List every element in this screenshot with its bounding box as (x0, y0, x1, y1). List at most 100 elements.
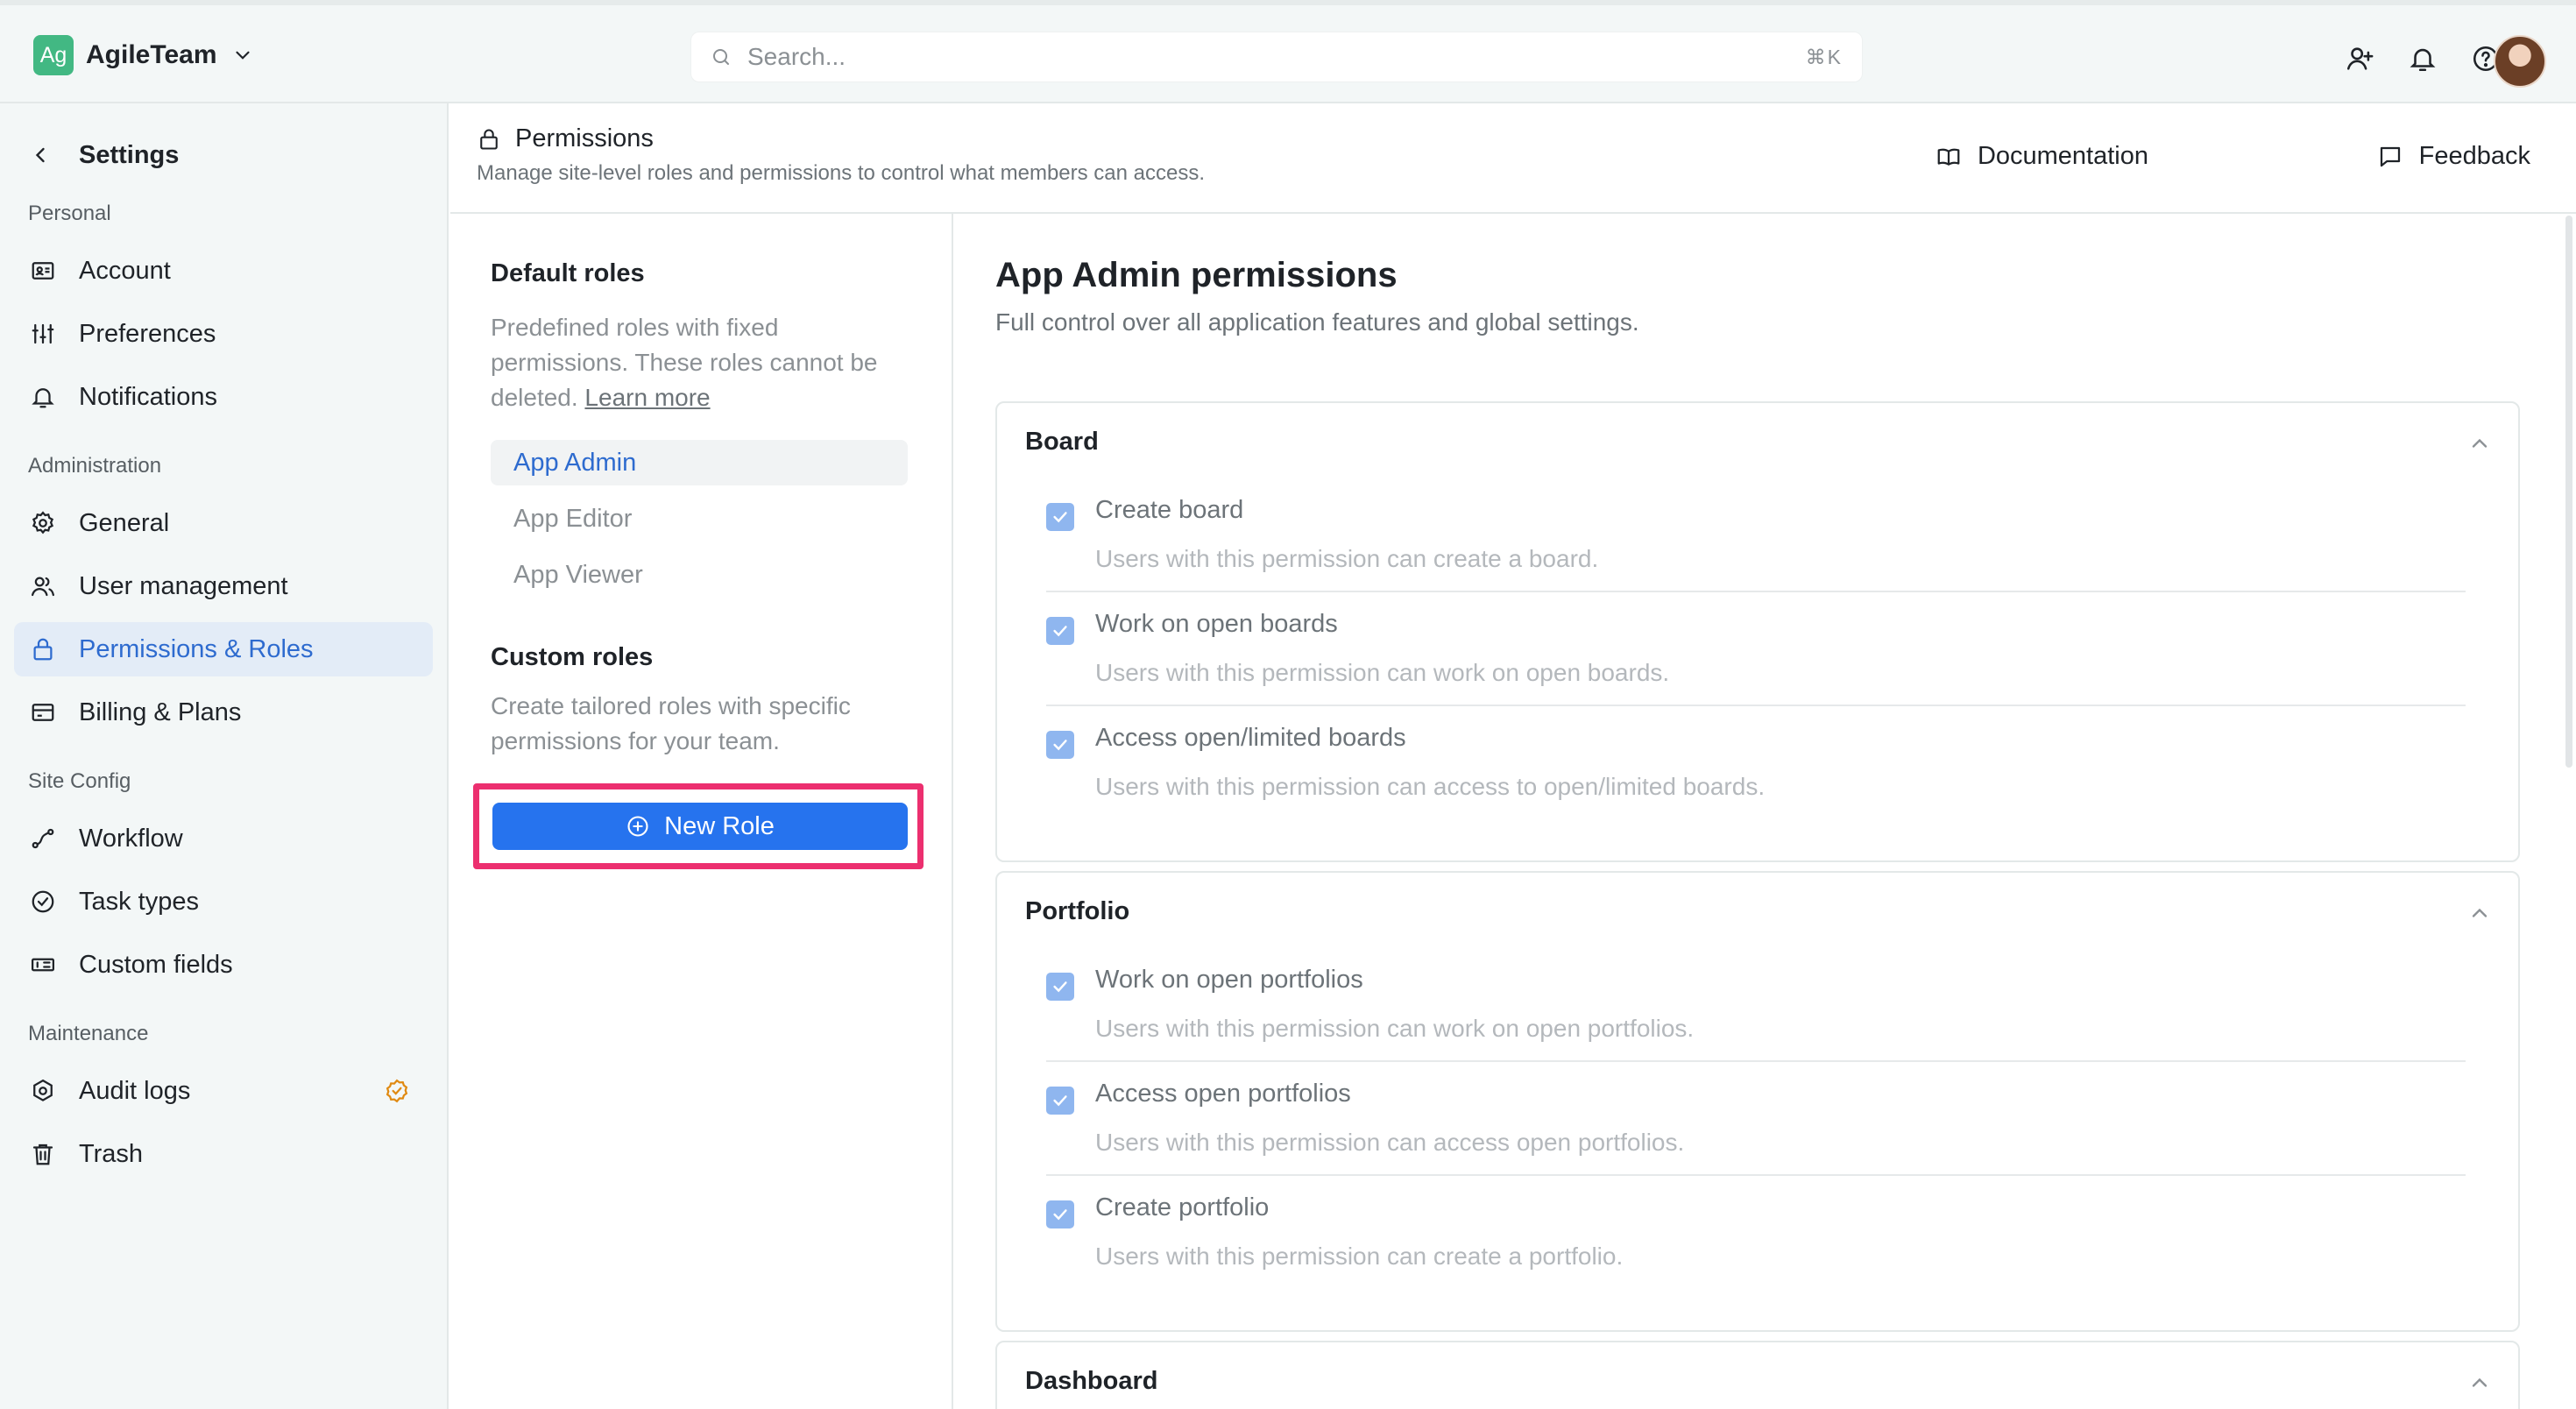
chevron-up-icon[interactable] (2467, 431, 2492, 456)
permission-label: Access open/limited boards (1095, 724, 1406, 752)
permission-checkbox[interactable] (1046, 1087, 1074, 1115)
page-header: Permissions Manage site-level roles and … (450, 103, 2576, 214)
user-avatar[interactable] (2494, 35, 2546, 88)
role-item-app-viewer[interactable]: App Viewer (491, 552, 908, 598)
sidebar-item-label: Notifications (79, 382, 217, 411)
sidebar-item-label: Task types (79, 887, 199, 916)
card-icon (30, 699, 56, 726)
permission-description: Users with this permission can create a … (1095, 1243, 1624, 1270)
sidebar-item-label: Workflow (79, 824, 183, 853)
workflow-icon (30, 825, 56, 852)
search-placeholder: Search... (747, 43, 846, 70)
permission-description: Users with this permission can create a … (1095, 545, 1599, 572)
search-icon (711, 46, 732, 67)
sidebar-item-task-types[interactable]: Task types (14, 874, 433, 929)
chevron-down-icon (231, 44, 254, 67)
new-role-button[interactable]: New Role (492, 803, 908, 850)
permission-group-portfolio: Portfolio Work on open portfolios Users … (995, 871, 2520, 1332)
section-administration: Administration (28, 454, 162, 478)
settings-sidebar: Settings Personal Account Preferences No… (0, 103, 449, 1409)
documentation-link[interactable]: Documentation (1936, 142, 2148, 171)
permission-label: Access open portfolios (1095, 1080, 1351, 1108)
sidebar-item-audit-logs[interactable]: Audit logs (14, 1064, 433, 1118)
permissions-title: App Admin permissions (995, 256, 1398, 294)
sidebar-item-notifications[interactable]: Notifications (14, 370, 433, 424)
message-icon (2377, 144, 2403, 170)
workspace-name: AgileTeam (86, 40, 217, 69)
sidebar-item-label: Custom fields (79, 950, 233, 979)
sidebar-item-label: Billing & Plans (79, 697, 242, 726)
top-bar: Ag AgileTeam Search... ⌘K (0, 0, 2576, 103)
permission-checkbox[interactable] (1046, 1200, 1074, 1228)
divider (1046, 1174, 2466, 1176)
permission-row: Create board Users with this permission … (1046, 487, 2466, 601)
section-maintenance: Maintenance (28, 1022, 149, 1045)
permission-checkbox[interactable] (1046, 617, 1074, 645)
sidebar-item-label: General (79, 508, 170, 537)
sidebar-item-billing-plans[interactable]: Billing & Plans (14, 685, 433, 740)
scrollbar-thumb[interactable] (2565, 216, 2572, 768)
sidebar-item-account[interactable]: Account (14, 244, 433, 298)
roles-panel: Default roles Predefined roles with fixe… (450, 214, 953, 1409)
permissions-subtitle: Full control over all application featur… (995, 308, 1639, 336)
permission-group-board: Board Create board Users with this permi… (995, 401, 2520, 862)
workspace-avatar: Ag (33, 35, 74, 75)
sliders-icon (30, 321, 56, 347)
permission-group-dashboard: Dashboard (995, 1341, 2520, 1409)
book-icon (1936, 144, 1962, 170)
sidebar-item-workflow[interactable]: Workflow (14, 811, 433, 866)
sidebar-item-label: User management (79, 571, 288, 600)
lock-icon (30, 636, 56, 662)
divider (1046, 591, 2466, 592)
sidebar-item-general[interactable]: General (14, 496, 433, 550)
sidebar-item-custom-fields[interactable]: Custom fields (14, 938, 433, 992)
sidebar-item-user-management[interactable]: User management (14, 559, 433, 613)
workspace-switcher[interactable]: Ag AgileTeam (33, 35, 254, 75)
sidebar-title: Settings (79, 140, 180, 169)
permission-checkbox[interactable] (1046, 973, 1074, 1001)
feedback-button[interactable]: Feedback (2377, 142, 2530, 171)
bell-icon[interactable] (2408, 44, 2438, 74)
sidebar-item-label: Account (79, 256, 171, 285)
feedback-label: Feedback (2418, 142, 2530, 170)
divider (1046, 1060, 2466, 1062)
permission-label: Work on open boards (1095, 610, 1338, 638)
lock-icon (477, 127, 501, 152)
custom-roles-title: Custom roles (491, 643, 654, 671)
chevron-up-icon[interactable] (2467, 1370, 2492, 1395)
custom-roles-description: Create tailored roles with specific perm… (491, 692, 851, 754)
sidebar-item-label: Trash (79, 1139, 144, 1168)
gear-icon (30, 510, 56, 536)
sidebar-item-trash[interactable]: Trash (14, 1127, 433, 1181)
chevron-up-icon[interactable] (2467, 901, 2492, 925)
permission-label: Create board (1095, 496, 1244, 524)
learn-more-link[interactable]: Learn more (584, 384, 710, 411)
verified-badge-icon (384, 1078, 410, 1104)
sidebar-item-preferences[interactable]: Preferences (14, 307, 433, 361)
permission-row: Access open portfolios Users with this p… (1046, 1071, 2466, 1185)
sidebar-item-permissions-roles[interactable]: Permissions & Roles (14, 622, 433, 676)
fields-icon (30, 952, 56, 978)
role-item-app-editor[interactable]: App Editor (491, 496, 908, 542)
divider (1046, 704, 2466, 706)
permission-description: Users with this permission can access to… (1095, 773, 1766, 800)
add-user-icon[interactable] (2345, 44, 2374, 74)
group-title: Portfolio (1025, 897, 1130, 925)
permission-description: Users with this permission can work on o… (1095, 659, 1670, 686)
permission-label: Work on open portfolios (1095, 966, 1363, 994)
permission-row: Work on open portfolios Users with this … (1046, 957, 2466, 1071)
permission-checkbox[interactable] (1046, 731, 1074, 759)
audit-icon (30, 1078, 56, 1104)
scrollbar[interactable] (2562, 216, 2576, 768)
search-input[interactable]: Search... ⌘K (690, 32, 1863, 82)
default-roles-title: Default roles (491, 259, 645, 287)
new-role-label: New Role (664, 811, 775, 840)
back-arrow-icon[interactable] (28, 143, 53, 167)
permission-row: Create portfolio Users with this permiss… (1046, 1185, 2466, 1299)
role-item-app-admin[interactable]: App Admin (491, 440, 908, 485)
permission-label: Create portfolio (1095, 1193, 1270, 1221)
id-card-icon (30, 258, 56, 284)
default-roles-description: Predefined roles with fixed permissions.… (491, 310, 920, 415)
permission-checkbox[interactable] (1046, 503, 1074, 531)
section-personal: Personal (28, 202, 111, 225)
